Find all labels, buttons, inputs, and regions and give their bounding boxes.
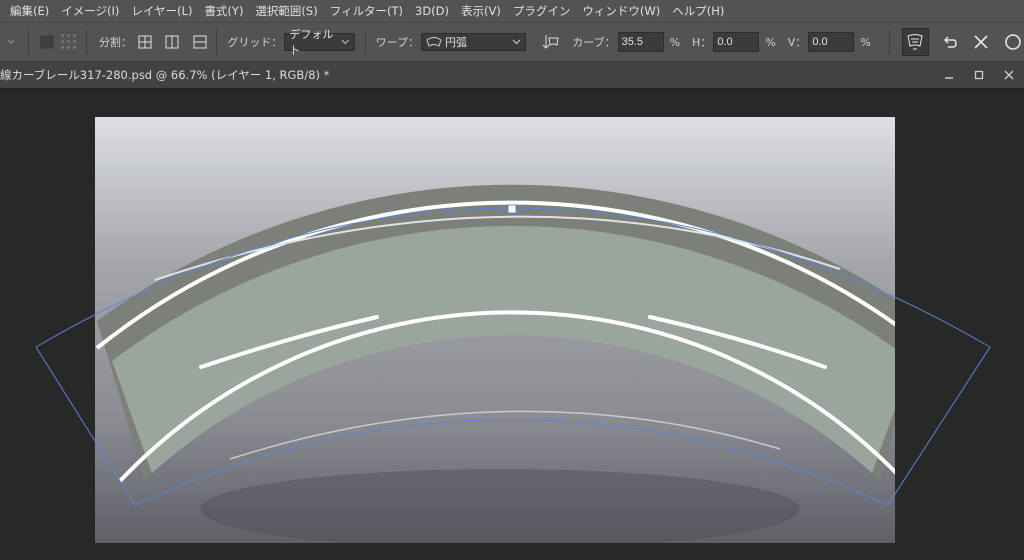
arc-warp-icon <box>426 37 442 47</box>
transform-box-icon[interactable] <box>38 33 56 51</box>
rail-shadow <box>200 469 800 543</box>
menu-filter[interactable]: フィルター(T) <box>324 3 409 19</box>
horizontal-distortion-input[interactable] <box>713 32 760 52</box>
commit-transform-icon[interactable] <box>1004 33 1022 51</box>
window-controls <box>934 62 1024 88</box>
close-icon[interactable] <box>994 62 1024 88</box>
separator <box>364 29 366 55</box>
menu-plugins[interactable]: プラグイン <box>507 3 577 19</box>
warp-mode-toggle-icon[interactable] <box>901 28 929 56</box>
separator <box>216 29 218 55</box>
vertical-distortion-label: V： <box>787 36 807 49</box>
bend-input[interactable] <box>617 32 664 52</box>
chevron-down-icon <box>512 39 521 45</box>
separator <box>27 29 29 55</box>
undo-icon[interactable] <box>941 33 959 51</box>
restore-icon[interactable] <box>964 62 994 88</box>
horizontal-distortion-unit: % <box>765 35 776 49</box>
menu-help[interactable]: ヘルプ(H) <box>666 3 730 19</box>
grid-label: グリッド： <box>227 36 283 49</box>
horizontal-distortion-label: H： <box>692 36 712 49</box>
menu-type[interactable]: 書式(Y) <box>198 3 249 19</box>
split-horizontal-icon[interactable] <box>191 33 209 51</box>
bend-unit: % <box>669 35 681 49</box>
menu-image[interactable]: イメージ(I) <box>55 3 125 19</box>
minimize-icon[interactable] <box>934 62 964 88</box>
document-tab-bar: 線カーブレール317-280.psd @ 66.7% (レイヤー 1, RGB/… <box>0 62 1024 89</box>
canvas-area[interactable] <box>0 89 1024 560</box>
menu-window[interactable]: ウィンドウ(W) <box>576 3 666 19</box>
split-label: 分割： <box>98 36 132 49</box>
bend-label: カーブ： <box>572 36 616 49</box>
chevron-left-icon[interactable] <box>2 33 20 51</box>
menu-select[interactable]: 選択範囲(S) <box>249 3 323 19</box>
separator <box>85 29 87 55</box>
grid-select[interactable]: デフォルト <box>284 28 355 57</box>
document-tab[interactable]: 線カーブレール317-280.psd @ 66.7% (レイヤー 1, RGB/… <box>0 62 339 88</box>
vertical-distortion-unit: % <box>860 35 871 49</box>
change-warp-orientation-icon[interactable] <box>540 33 560 51</box>
document-canvas[interactable] <box>0 89 1024 560</box>
options-bar: 分割： グリッド： デフォルト ワープ： 円弧 カーブ： % H： % V： % <box>0 22 1024 62</box>
warp-label: ワープ： <box>375 36 419 49</box>
cancel-transform-icon[interactable] <box>973 33 991 51</box>
separator <box>888 29 890 55</box>
menu-layer[interactable]: レイヤー(L) <box>125 3 198 19</box>
split-vertical-icon[interactable] <box>163 33 181 51</box>
warp-style-value: 円弧 <box>444 36 467 49</box>
split-cross-icon[interactable] <box>136 33 154 51</box>
document-tab-title: 線カーブレール317-280.psd @ 66.7% (レイヤー 1, RGB/… <box>0 68 330 82</box>
grid-dots-icon[interactable] <box>60 33 78 51</box>
warp-bend-handle[interactable] <box>507 204 517 214</box>
menu-3d[interactable]: 3D(D) <box>409 4 455 18</box>
vertical-distortion-input[interactable] <box>808 32 855 52</box>
menu-view[interactable]: 表示(V) <box>455 3 507 19</box>
warp-style-select[interactable]: 円弧 <box>420 33 527 51</box>
grid-select-value: デフォルト <box>289 28 334 57</box>
menu-edit[interactable]: 編集(E) <box>0 3 55 19</box>
menu-bar: 編集(E) イメージ(I) レイヤー(L) 書式(Y) 選択範囲(S) フィルタ… <box>0 0 1024 22</box>
chevron-down-icon <box>341 39 350 45</box>
